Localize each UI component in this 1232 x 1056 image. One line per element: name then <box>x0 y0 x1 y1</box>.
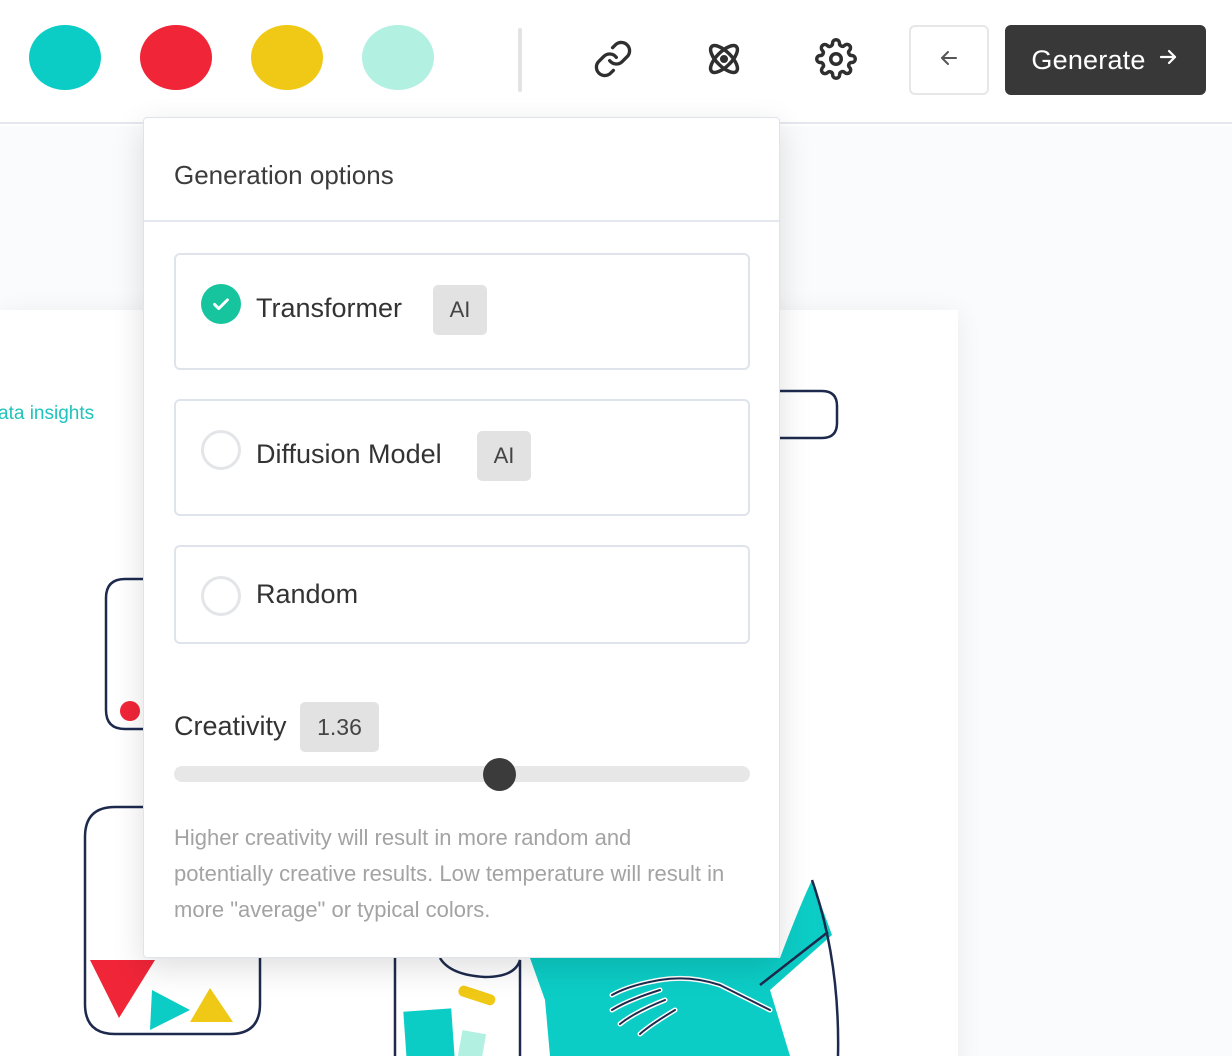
ai-badge: AI <box>477 431 531 481</box>
creativity-label: Creativity <box>174 711 287 741</box>
arrow-left-icon <box>937 46 961 75</box>
option-label: Diffusion Model <box>256 439 442 469</box>
color-swatch-yellow[interactable] <box>251 25 323 90</box>
option-diffusion-model[interactable]: Diffusion Model AI <box>174 399 750 516</box>
option-label: Random <box>256 579 359 609</box>
creativity-slider-thumb[interactable] <box>482 758 516 791</box>
toolbar-divider <box>518 28 522 92</box>
generation-options-panel: Generation options Transformer AI Diffus… <box>143 117 780 958</box>
color-swatch-red[interactable] <box>140 25 212 90</box>
panel-title: Generation options <box>174 159 394 190</box>
link-icon[interactable] <box>590 36 636 82</box>
atom-icon[interactable] <box>701 36 747 82</box>
arrow-right-icon <box>1156 45 1180 76</box>
creativity-help-text: Higher creativity will result in more ra… <box>174 825 725 922</box>
creativity-slider-track[interactable] <box>174 766 750 782</box>
gear-icon[interactable] <box>813 36 859 82</box>
option-transformer[interactable]: Transformer AI <box>174 253 750 370</box>
creativity-value-badge: 1.36 <box>300 702 379 752</box>
panel-header: Generation options <box>144 118 779 222</box>
radio-empty-icon[interactable] <box>201 576 241 616</box>
radio-empty-icon[interactable] <box>201 430 241 470</box>
color-swatch-teal[interactable] <box>29 25 101 90</box>
ai-badge: AI <box>433 285 487 335</box>
generate-button[interactable]: Generate <box>1005 25 1206 95</box>
option-label: Transformer <box>256 293 403 323</box>
color-swatch-mint[interactable] <box>362 25 434 90</box>
check-circle-icon[interactable] <box>201 284 241 324</box>
top-toolbar: Generate <box>0 0 1232 124</box>
generate-button-label: Generate <box>1031 44 1146 75</box>
back-button[interactable] <box>909 25 989 95</box>
option-random[interactable]: Random <box>174 545 750 644</box>
